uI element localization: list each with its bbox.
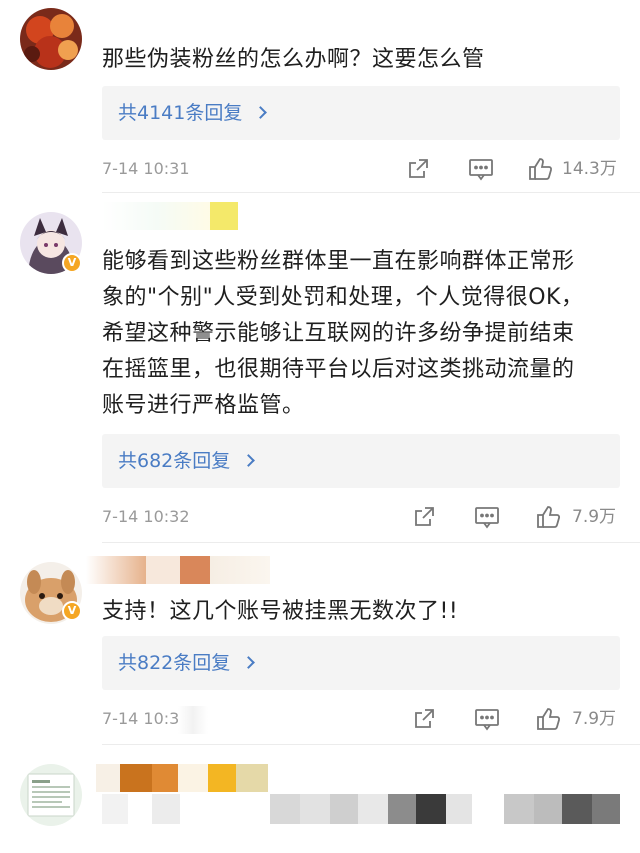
share-icon[interactable] bbox=[412, 505, 436, 539]
timestamp: 7-14 10:31 bbox=[102, 709, 190, 728]
like-count: 14.3万 bbox=[562, 159, 617, 179]
redacted-overlay bbox=[178, 706, 208, 734]
divider bbox=[102, 744, 640, 745]
comment-text-line: 能够看到这些粉丝群体里一直在影响群体正常形 bbox=[102, 249, 575, 274]
avatar[interactable] bbox=[20, 8, 82, 70]
share-icon[interactable] bbox=[412, 707, 436, 741]
chevron-right-icon bbox=[242, 454, 256, 467]
chevron-right-icon bbox=[254, 106, 268, 119]
like-icon[interactable] bbox=[536, 707, 562, 741]
comment-icon[interactable] bbox=[474, 505, 500, 539]
replies-count: 共682条回复 bbox=[118, 450, 231, 472]
comment-icon[interactable] bbox=[468, 157, 494, 191]
avatar[interactable] bbox=[20, 764, 82, 826]
verified-badge-icon: V bbox=[62, 253, 82, 273]
view-replies-link[interactable]: 共4141条回复 bbox=[102, 86, 620, 140]
like-count: 7.9万 bbox=[572, 507, 617, 527]
timestamp: 7-14 10:32 bbox=[102, 507, 190, 526]
like-icon[interactable] bbox=[536, 505, 562, 539]
comment-text: 支持！这几个账号被挂黑无数次了!! bbox=[102, 599, 459, 624]
divider bbox=[102, 542, 640, 543]
comment-icon[interactable] bbox=[474, 707, 500, 741]
username-redacted bbox=[96, 764, 268, 792]
replies-count: 共822条回复 bbox=[118, 652, 231, 674]
share-icon[interactable] bbox=[406, 157, 430, 191]
comment-meta: 7-14 10:31 14.3万 bbox=[102, 154, 622, 184]
like-count: 7.9万 bbox=[572, 709, 617, 729]
chevron-right-icon bbox=[242, 656, 256, 669]
view-replies-link[interactable]: 共822条回复 bbox=[102, 636, 620, 690]
comment-text: 能够看到这些粉丝群体里一直在影响群体正常形 象的"个别"人受到处罚和处理，个人觉… bbox=[102, 244, 622, 424]
comment-text-line: 象的"个别"人受到处罚和处理，个人觉得很OK， bbox=[102, 285, 584, 310]
comment-text-line: 希望这种警示能够让互联网的许多纷争提前结束 bbox=[102, 321, 575, 346]
comment-text-line: 账号进行严格监管。 bbox=[102, 393, 305, 418]
comment-text: 那些伪装粉丝的怎么办啊？这要怎么管 bbox=[102, 47, 485, 72]
username-redacted bbox=[86, 556, 276, 584]
view-replies-link[interactable]: 共682条回复 bbox=[102, 434, 620, 488]
replies-count: 共4141条回复 bbox=[118, 102, 243, 124]
divider bbox=[102, 192, 640, 193]
comment-text-line: 在摇篮里，也很期待平台以后对这类挑动流量的 bbox=[102, 357, 575, 382]
comment-meta: 7-14 10:32 7.9万 bbox=[102, 502, 622, 532]
comment-text-redacted bbox=[102, 794, 622, 824]
verified-badge-icon: V bbox=[62, 601, 82, 621]
like-icon[interactable] bbox=[528, 157, 554, 191]
username-redacted bbox=[102, 202, 238, 230]
timestamp: 7-14 10:31 bbox=[102, 159, 190, 178]
